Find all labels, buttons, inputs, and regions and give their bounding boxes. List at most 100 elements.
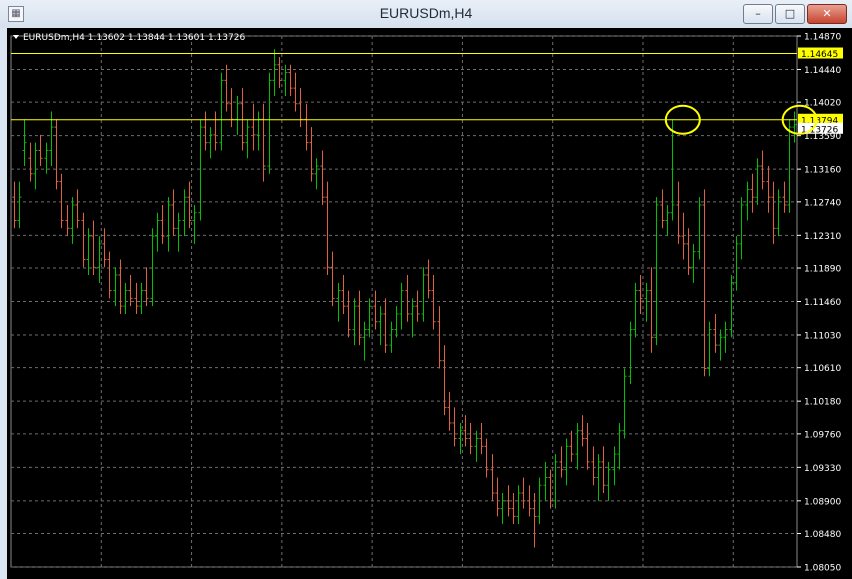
candle (293, 72, 298, 112)
candle (245, 119, 250, 159)
candle (633, 282, 638, 338)
price-chart-area[interactable]: 1.14645 1.13794 1.13726 1.14870 1.14440 1.14… (7, 28, 852, 579)
candle (591, 446, 596, 486)
terminal-chart-window: ▦ EURUSDm,H4 – □ ✕ 1.14645 1.13794 1.13726… (0, 0, 852, 579)
candle (208, 127, 213, 159)
candle (410, 298, 415, 338)
candle (235, 95, 240, 135)
candle (415, 290, 420, 322)
candle (564, 438, 569, 486)
candle (755, 158, 760, 205)
candle (782, 181, 787, 213)
price-axis: 1.14870 1.14440 1.14020 1.13590 1.13160 1.127… (797, 33, 841, 574)
candle (660, 189, 665, 229)
chart-grid (10, 35, 798, 568)
candle (65, 204, 70, 237)
candle (644, 282, 649, 322)
candle (261, 103, 266, 182)
candle (267, 72, 272, 174)
candle (160, 204, 165, 244)
candle (12, 181, 17, 229)
y-tick-label: 1.10610 (804, 364, 841, 374)
candle (559, 446, 564, 478)
candle (649, 267, 654, 353)
candle (548, 469, 553, 509)
candle (251, 103, 256, 151)
candle (346, 290, 351, 338)
candle (224, 64, 229, 112)
candlestick-chart[interactable]: 1.146451.137941.13726 1.148701.144401.14… (7, 28, 852, 579)
candle (367, 298, 372, 338)
candle (612, 446, 617, 486)
y-tick-label: 1.10180 (804, 398, 841, 408)
candle (134, 282, 139, 314)
candle (421, 267, 426, 322)
minimize-button[interactable]: – (743, 4, 773, 24)
candle (463, 415, 468, 447)
candle (362, 321, 367, 361)
candle (527, 485, 532, 517)
candle (447, 391, 452, 431)
candle (676, 181, 681, 244)
candle (298, 88, 303, 128)
candle (54, 119, 59, 190)
candle (378, 306, 383, 346)
symbol-dropdown-icon[interactable] (13, 35, 19, 39)
window-titlebar[interactable]: ▦ EURUSDm,H4 – □ ✕ (0, 0, 852, 28)
candle (405, 275, 410, 322)
candle (521, 477, 526, 509)
candle (272, 49, 277, 96)
candle (182, 189, 187, 237)
y-tick-label: 1.11030 (804, 331, 841, 341)
candle (171, 189, 176, 237)
candle (792, 111, 797, 143)
candles-layer (12, 49, 797, 548)
candle (601, 446, 606, 494)
candle (107, 251, 112, 299)
candle (750, 173, 755, 213)
candle (511, 493, 516, 525)
close-button[interactable]: ✕ (807, 4, 847, 24)
candle (468, 422, 473, 455)
candle (442, 345, 447, 416)
candle (580, 415, 585, 447)
candle (28, 142, 33, 182)
symbol-header[interactable]: EURUSDm,H4 1.13602 1.13844 1.13601 1.137… (13, 33, 245, 43)
candle (22, 119, 27, 167)
candle (575, 422, 580, 470)
candle (617, 422, 622, 470)
candle (277, 57, 282, 89)
y-tick-label: 1.14870 (804, 33, 841, 43)
candle (484, 438, 489, 478)
candle (500, 493, 505, 525)
candle (553, 454, 558, 509)
candle (17, 181, 22, 229)
candle (33, 142, 38, 190)
candle (399, 282, 404, 330)
candle (776, 189, 781, 237)
candle (150, 228, 155, 307)
price-levels-layer: 1.146451.137941.13726 (11, 47, 843, 135)
candle (713, 313, 718, 353)
candle (490, 454, 495, 501)
candle (91, 220, 96, 276)
window-title: EURUSDm,H4 (379, 5, 473, 21)
candle (176, 212, 181, 252)
candle (283, 64, 288, 96)
candle (745, 181, 750, 221)
candle (256, 111, 261, 151)
candle (352, 298, 357, 346)
candle (739, 197, 744, 260)
candle (681, 212, 686, 260)
candle (325, 181, 330, 276)
candle (431, 275, 436, 330)
candle (389, 321, 394, 353)
maximize-button[interactable]: □ (775, 4, 805, 24)
candle (341, 275, 346, 314)
candle (102, 228, 107, 268)
candle (383, 298, 388, 353)
candle (304, 103, 309, 151)
candle (437, 306, 442, 369)
candle (479, 422, 484, 455)
candle (718, 329, 723, 361)
